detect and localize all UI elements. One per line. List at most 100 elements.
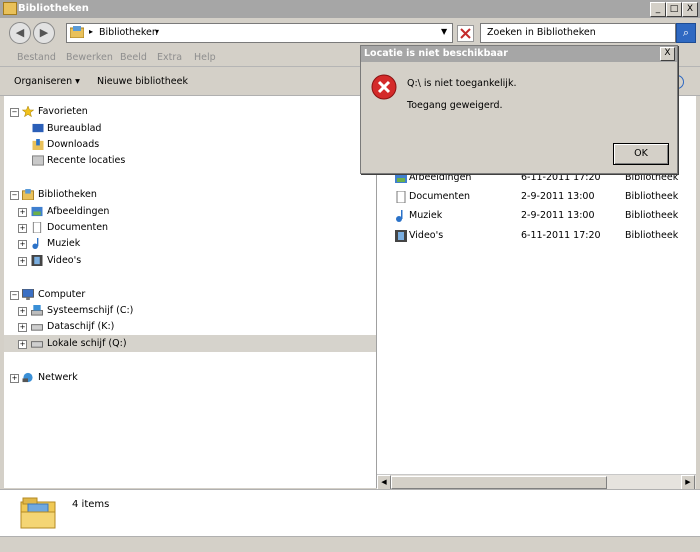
tree-label: Bureaublad bbox=[47, 123, 102, 134]
dialog-close-button[interactable]: X bbox=[660, 47, 675, 61]
search-placeholder: Zoeken in Bibliotheken bbox=[487, 27, 596, 38]
tree-drive-q[interactable]: + Lokale schijf (Q:) bbox=[4, 336, 204, 352]
scroll-left-icon[interactable]: ◀ bbox=[377, 475, 391, 490]
tree-downloads[interactable]: Downloads bbox=[4, 137, 204, 153]
tree-label: Documenten bbox=[47, 222, 109, 233]
tree-label: Systeemschijf (C:) bbox=[47, 305, 134, 316]
list-item[interactable]: Muziek 2-9-2011 13:00 Bibliotheek bbox=[395, 208, 695, 224]
details-pane: 4 items bbox=[0, 489, 700, 536]
status-bar bbox=[0, 536, 700, 552]
tree-label: Bibliotheken bbox=[38, 189, 97, 200]
expand-icon[interactable]: + bbox=[18, 208, 27, 217]
documents-icon bbox=[32, 222, 42, 233]
tree-pictures[interactable]: + Afbeeldingen bbox=[4, 204, 204, 220]
maximize-button[interactable]: □ bbox=[666, 2, 682, 17]
music-icon bbox=[32, 238, 39, 249]
tree-network[interactable]: + Netwerk bbox=[4, 370, 204, 386]
tree-libraries[interactable]: − Bibliotheken bbox=[4, 187, 204, 203]
expand-icon[interactable]: + bbox=[18, 340, 27, 349]
file-name: Documenten bbox=[409, 191, 471, 202]
menu-help[interactable]: Help bbox=[194, 52, 216, 63]
error-icon bbox=[371, 74, 397, 100]
search-icon[interactable]: ⌕ bbox=[676, 23, 696, 43]
system-drive-icon bbox=[31, 305, 43, 316]
forward-arrow-icon[interactable]: ▶ bbox=[33, 22, 55, 44]
file-type: Bibliotheek bbox=[625, 210, 679, 221]
dialog-title-bar[interactable]: Locatie is niet beschikbaar X bbox=[361, 46, 677, 62]
menu-view[interactable]: Beeld bbox=[120, 52, 147, 63]
drive-icon bbox=[31, 341, 43, 348]
scrollbar-thumb[interactable] bbox=[391, 476, 607, 489]
minimize-button[interactable]: _ bbox=[650, 2, 666, 17]
organize-button[interactable]: Organiseren ▾ bbox=[14, 76, 80, 87]
tree-favorites[interactable]: − Favorieten bbox=[4, 104, 204, 120]
tree-label: Recente locaties bbox=[47, 155, 126, 166]
address-bar[interactable]: ▸ Bibliotheken ▾ ▼ bbox=[66, 23, 453, 43]
chevron-down-icon[interactable]: ▾ bbox=[155, 27, 159, 36]
dialog-detail: Toegang geweigerd. bbox=[407, 100, 503, 111]
tree-label: Dataschijf (K:) bbox=[47, 321, 115, 332]
menu-file[interactable]: Bestand bbox=[17, 52, 56, 63]
tree-drive-c[interactable]: + Systeemschijf (C:) bbox=[4, 303, 204, 319]
pictures-icon bbox=[31, 206, 43, 217]
menu-tools[interactable]: Extra bbox=[157, 52, 182, 63]
expand-icon[interactable]: + bbox=[18, 323, 27, 332]
new-library-button[interactable]: Nieuwe bibliotheek bbox=[97, 76, 188, 87]
documents-library-icon bbox=[396, 191, 406, 203]
recent-places-icon bbox=[32, 155, 44, 166]
breadcrumb[interactable]: Bibliotheken bbox=[99, 27, 158, 38]
history-dropdown-icon[interactable]: ▼ bbox=[441, 27, 447, 36]
videos-icon bbox=[31, 255, 43, 266]
star-icon bbox=[22, 106, 34, 117]
expand-icon[interactable]: + bbox=[18, 307, 27, 316]
file-type: Bibliotheek bbox=[625, 191, 679, 202]
expand-icon[interactable]: + bbox=[18, 224, 27, 233]
tree-videos[interactable]: + Video's bbox=[4, 253, 204, 269]
tree-computer[interactable]: − Computer bbox=[4, 287, 204, 303]
tree-label: Lokale schijf (Q:) bbox=[47, 338, 127, 349]
tree-documents[interactable]: + Documenten bbox=[4, 220, 204, 236]
library-folder-icon bbox=[20, 497, 56, 529]
expand-icon[interactable]: + bbox=[18, 240, 27, 249]
collapse-icon[interactable]: − bbox=[10, 291, 19, 300]
dialog-title: Locatie is niet beschikbaar bbox=[364, 48, 508, 59]
collapse-icon[interactable]: − bbox=[10, 191, 19, 200]
error-dialog: Locatie is niet beschikbaar X Q:\ is nie… bbox=[360, 45, 678, 174]
tree-label: Muziek bbox=[47, 238, 81, 249]
horizontal-scrollbar[interactable]: ◀ ▶ bbox=[377, 474, 696, 490]
menu-edit[interactable]: Bewerken bbox=[66, 52, 113, 63]
drive-icon bbox=[31, 324, 43, 331]
close-button[interactable]: X bbox=[682, 2, 698, 17]
window-title-bar[interactable]: Bibliotheken _ □ X bbox=[0, 0, 700, 18]
collapse-icon[interactable]: − bbox=[10, 108, 19, 117]
search-input[interactable]: Zoeken in Bibliotheken bbox=[480, 23, 676, 43]
tree-drive-k[interactable]: + Dataschijf (K:) bbox=[4, 319, 204, 335]
library-folder-icon bbox=[22, 189, 34, 200]
tree-desktop[interactable]: Bureaublad bbox=[4, 121, 204, 137]
file-date: 6-11-2011 17:20 bbox=[521, 230, 601, 241]
dialog-message: Q:\ is niet toegankelijk. bbox=[407, 78, 517, 89]
file-name: Muziek bbox=[409, 210, 443, 221]
window-title: Bibliotheken bbox=[18, 3, 89, 14]
tree-music[interactable]: + Muziek bbox=[4, 236, 204, 252]
downloads-folder-icon bbox=[32, 139, 44, 150]
file-name: Video's bbox=[409, 230, 444, 241]
navigation-pane: − Favorieten Bureaublad Downloads Recent… bbox=[4, 96, 377, 488]
item-count: 4 items bbox=[72, 499, 110, 510]
scroll-right-icon[interactable]: ▶ bbox=[681, 475, 695, 490]
stop-icon[interactable] bbox=[457, 25, 474, 42]
music-library-icon bbox=[396, 210, 403, 222]
expand-icon[interactable]: + bbox=[10, 374, 19, 383]
expand-icon[interactable]: + bbox=[18, 257, 27, 266]
chevron-right-icon[interactable]: ▸ bbox=[89, 27, 93, 36]
tree-recent[interactable]: Recente locaties bbox=[4, 153, 204, 169]
videos-library-icon bbox=[395, 230, 407, 242]
list-item[interactable]: Video's 6-11-2011 17:20 Bibliotheek bbox=[395, 228, 695, 244]
list-item[interactable]: Documenten 2-9-2011 13:00 Bibliotheek bbox=[395, 189, 695, 205]
back-arrow-icon[interactable]: ◀ bbox=[9, 22, 31, 44]
desktop-icon bbox=[32, 123, 44, 133]
library-folder-icon bbox=[70, 26, 84, 38]
ok-button[interactable]: OK bbox=[613, 143, 669, 165]
library-folder-icon bbox=[3, 2, 17, 15]
tree-label: Netwerk bbox=[38, 372, 78, 383]
